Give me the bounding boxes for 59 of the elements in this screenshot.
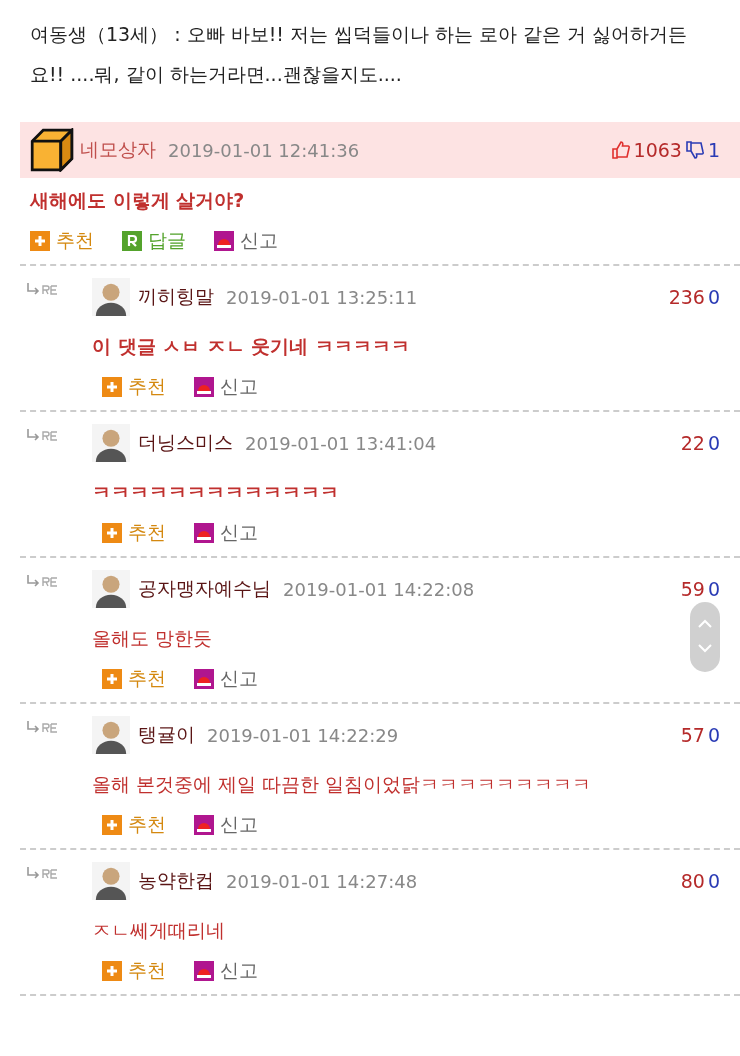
report-button[interactable]: 신고 [194,812,258,838]
siren-icon [214,231,234,251]
plus-icon [102,961,122,981]
siren-icon [194,523,214,543]
avatar-icon [92,862,130,900]
upvote-count: 59 [680,578,705,600]
thumbs-down-icon[interactable] [684,140,705,160]
comment-text: 올해도 망한듯 [92,626,214,651]
report-button[interactable]: 신고 [194,374,258,400]
comment-text: 올해 본것중에 제일 따끔한 일침이었닭ㅋㅋㅋㅋㅋㅋㅋㅋㅋ [92,772,593,797]
comment-text: ㅈㄴ쎄게때리네 [92,918,226,943]
report-button[interactable]: 신고 [194,958,258,984]
upvote-count: 1063 [633,139,682,161]
upvote-count: 80 [680,870,705,892]
downvote-count: 1 [707,139,720,161]
report-button[interactable]: 신고 [194,520,258,546]
avatar-icon [92,570,130,608]
author-name[interactable]: 네모상자 [80,137,156,163]
plus-icon [102,523,122,543]
upvote-count: 22 [680,432,705,454]
comment-time: 2019-01-01 13:25:11 [226,286,418,308]
siren-icon [194,669,214,689]
plus-icon [30,231,50,251]
avatar-icon [92,424,130,462]
avatar-icon [92,278,130,316]
author-name[interactable]: 탱귤이 [138,722,195,748]
cube-icon [30,128,74,172]
downvote-count: 0 [707,724,720,746]
downvote-count: 0 [707,870,720,892]
comment-time: 2019-01-01 14:22:29 [207,724,399,746]
siren-icon [194,961,214,981]
siren-icon [194,815,214,835]
upvote-count: 236 [668,286,705,308]
thumbs-up-icon[interactable] [610,140,631,160]
plus-icon [102,377,122,397]
author-name[interactable]: 더닝스미스 [138,430,233,456]
comment-time: 2019-01-01 12:41:36 [168,139,360,161]
author-name[interactable]: 끼히힝말 [138,284,214,310]
reply-button[interactable]: 답글 [122,228,186,254]
downvote-count: 0 [707,578,720,600]
author-name[interactable]: 공자맹자예수님 [138,576,271,602]
author-name[interactable]: 농약한컵 [138,868,214,894]
comment-text: ㅋㅋㅋㅋㅋㅋㅋㅋㅋㅋㅋㅋㅋ [92,480,340,505]
avatar-icon [92,716,130,754]
comment-time: 2019-01-01 14:27:48 [226,870,418,892]
plus-icon [102,815,122,835]
report-button[interactable]: 신고 [194,666,258,692]
reply-icon [122,231,142,251]
comment-text: 이 댓글 ㅅㅂ ㅈㄴ 웃기네 ㅋㅋㅋㅋㅋ [92,334,412,359]
siren-icon [194,377,214,397]
plus-icon [102,669,122,689]
report-button[interactable]: 신고 [214,228,278,254]
comment-text: 새해에도 이렇게 살거야? [30,188,246,213]
upvote-count: 57 [680,724,705,746]
post-text: 여동생（13세） : 오빠 바보!! 저는 씹덕들이나 하는 로아 같은 거 싫어하거든요!! ....뭐, 같이 하는거라면...괜찮을지도.... [29,22,689,87]
comment-time: 2019-01-01 14:22:08 [283,578,475,600]
downvote-count: 0 [707,432,720,454]
downvote-count: 0 [707,286,720,308]
comment-time: 2019-01-01 13:41:04 [245,432,437,454]
